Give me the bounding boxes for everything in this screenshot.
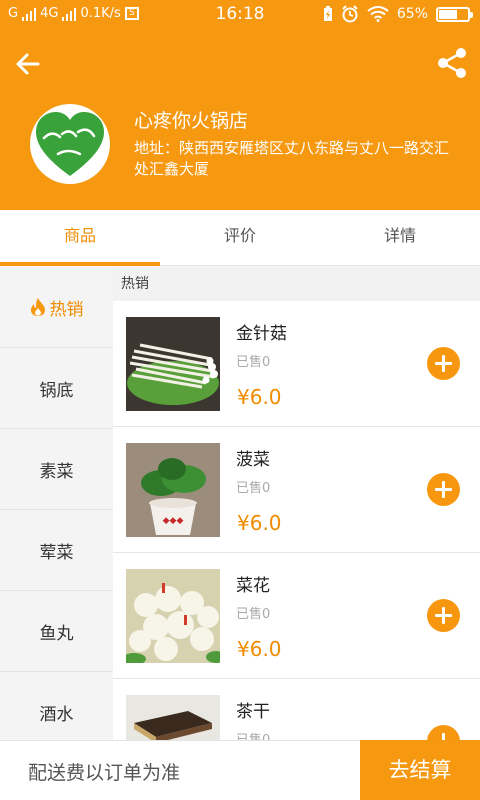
add-icon[interactable]: [427, 473, 460, 506]
product-image-spinach: ◆◆◆: [126, 443, 220, 537]
battery-percent: 65%: [396, 6, 428, 22]
shop-name: 心疼你火锅店: [134, 110, 249, 132]
list-item[interactable]: ◆◆◆ 菠菜 已售0 ¥6.0: [113, 427, 480, 553]
add-icon[interactable]: [427, 599, 460, 632]
section-title: 热销: [113, 267, 480, 301]
list-item[interactable]: 茶干 已售0: [113, 679, 480, 740]
heart-logo-icon: [36, 112, 104, 176]
shop-logo: [30, 104, 110, 184]
battery-level: [439, 9, 458, 19]
product-list: 热销 金针菇 已售0 ¥6.0 ◆◆◆ 菠菜 已售0 ¥6.0 菜花 已售0 ¥…: [113, 267, 480, 740]
product-price: ¥6.0: [237, 511, 282, 535]
tab-bar: 商品 评价 详情: [0, 210, 480, 266]
add-icon[interactable]: [427, 347, 460, 380]
shop-address: 地址：陕西西安雁塔区丈八东路与丈八一路交汇处汇鑫大厦: [134, 139, 450, 178]
category-sidebar: 热销 锅底 素菜 荤菜 鱼丸 酒水: [0, 267, 113, 740]
tab-goods[interactable]: 商品: [0, 210, 160, 266]
tab-details[interactable]: 详情: [320, 210, 480, 265]
battery-icon: [436, 6, 473, 22]
product-image-enoki: [126, 317, 220, 411]
category-fishballs[interactable]: 鱼丸: [0, 591, 113, 672]
status-right: 65%: [323, 5, 473, 23]
product-image-dried-tofu: [126, 695, 220, 740]
list-item[interactable]: 金针菇 已售0 ¥6.0: [113, 301, 480, 427]
battery-charging-icon: [323, 6, 332, 21]
fire-icon: [30, 298, 45, 316]
category-soup-base[interactable]: 锅底: [0, 348, 113, 429]
svg-text:◆◆◆: ◆◆◆: [163, 516, 184, 526]
product-name: 菠菜: [236, 450, 270, 470]
category-vegetables[interactable]: 素菜: [0, 429, 113, 510]
bottom-bar: 配送费以订单为准 去结算: [0, 740, 480, 800]
product-name: 菜花: [236, 576, 270, 596]
wifi-icon: [367, 6, 389, 22]
status-bar: G 4G 0.1K/s S 16:18 65%: [0, 0, 480, 30]
product-image-cauliflower: [126, 569, 220, 663]
shop-header: 心疼你火锅店 地址：陕西西安雁塔区丈八东路与丈八一路交汇处汇鑫大厦: [0, 30, 480, 210]
delivery-fee-note: 配送费以订单为准: [28, 762, 181, 784]
list-item[interactable]: 菜花 已售0 ¥6.0: [113, 553, 480, 679]
category-hot[interactable]: 热销: [0, 267, 113, 348]
add-icon[interactable]: [427, 725, 460, 740]
alarm-icon: [342, 5, 358, 23]
product-price: ¥6.0: [237, 385, 282, 409]
checkout-button[interactable]: 去结算: [360, 740, 480, 800]
product-sold: 已售0: [236, 355, 271, 370]
category-drinks[interactable]: 酒水: [0, 672, 113, 740]
product-name: 茶干: [236, 702, 270, 722]
category-label: 热销: [49, 299, 84, 320]
tab-reviews[interactable]: 评价: [160, 210, 320, 265]
product-sold: 已售0: [236, 729, 270, 740]
category-meat[interactable]: 荤菜: [0, 510, 113, 591]
product-sold: 已售0: [236, 481, 271, 496]
product-price: ¥6.0: [237, 637, 282, 661]
product-name: 金针菇: [236, 324, 287, 344]
share-icon[interactable]: [436, 46, 468, 80]
back-arrow-icon[interactable]: [10, 46, 46, 82]
product-sold: 已售0: [236, 607, 271, 622]
